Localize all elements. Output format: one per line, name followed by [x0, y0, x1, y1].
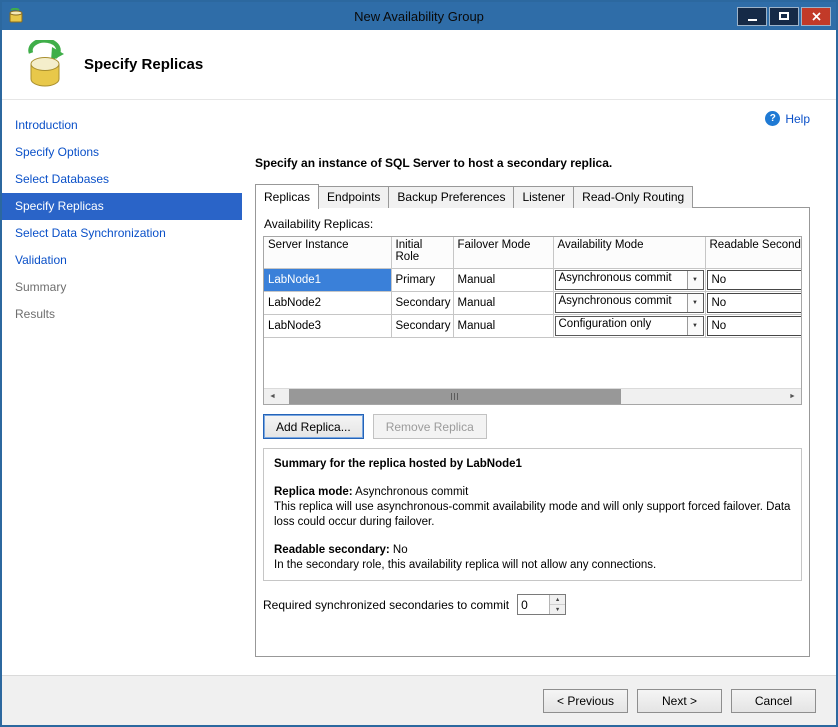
- quorum-row: Required synchronized secondaries to com…: [263, 594, 802, 615]
- readable-secondary-select[interactable]: No: [707, 270, 803, 290]
- window-controls: [737, 7, 831, 26]
- close-button[interactable]: [801, 7, 831, 26]
- replica-mode-label: Replica mode:: [274, 486, 353, 498]
- next-button[interactable]: Next >: [637, 689, 722, 713]
- replica-actions: Add Replica... Remove Replica: [263, 414, 802, 439]
- secondaries-to-commit-label: Required synchronized secondaries to com…: [263, 598, 509, 612]
- wizard-footer: < Previous Next > Cancel: [2, 675, 836, 725]
- help-label: Help: [785, 112, 810, 126]
- sidebar-item-validation[interactable]: Validation: [2, 247, 242, 274]
- readable-secondary-value: No: [393, 544, 408, 556]
- readable-secondary-label: Readable secondary:: [274, 544, 390, 556]
- availability-mode-select[interactable]: Asynchronous commit ▼: [555, 270, 704, 290]
- secondaries-count-input[interactable]: [518, 595, 549, 614]
- column-header-failover-mode: Failover Mode: [453, 237, 553, 268]
- add-replica-button[interactable]: Add Replica...: [263, 414, 364, 439]
- table-row: LabNode3 Secondary Manual Configuration …: [264, 314, 802, 337]
- availability-mode-select[interactable]: Asynchronous commit ▼: [555, 293, 704, 313]
- cell-server-instance[interactable]: LabNode3: [264, 314, 391, 337]
- spinner-up-icon: ▲: [555, 597, 560, 603]
- cancel-button[interactable]: Cancel: [731, 689, 816, 713]
- help-link[interactable]: ? Help: [765, 111, 810, 126]
- replica-mode-description: This replica will use asynchronous-commi…: [274, 500, 791, 530]
- minimize-button[interactable]: [737, 7, 767, 26]
- scrollbar-thumb[interactable]: [289, 389, 621, 404]
- table-row: LabNode1 Primary Manual Asynchronous com…: [264, 268, 802, 291]
- thumb-grip-icon: [451, 393, 452, 400]
- remove-replica-button: Remove Replica: [373, 414, 487, 439]
- scroll-left-button[interactable]: ◄: [264, 389, 281, 404]
- summary-title: Summary for the replica hosted by LabNod…: [274, 457, 791, 472]
- instruction-text: Specify an instance of SQL Server to hos…: [255, 156, 810, 170]
- tab-endpoints[interactable]: Endpoints: [318, 186, 389, 208]
- grid-header-row: Server Instance Initial Role Failover Mo…: [264, 237, 802, 268]
- cell-failover-mode[interactable]: Manual: [453, 314, 553, 337]
- scrollbar-track[interactable]: [281, 389, 784, 404]
- availability-replicas-grid: Server Instance Initial Role Failover Mo…: [263, 236, 802, 405]
- replica-mode-value: Asynchronous commit: [355, 486, 468, 498]
- readable-secondary-select[interactable]: No: [707, 316, 803, 336]
- tab-listener[interactable]: Listener: [513, 186, 574, 208]
- window-app-icon: [8, 8, 24, 24]
- tab-strip: Replicas Endpoints Backup Preferences Li…: [255, 183, 810, 208]
- cell-initial-role[interactable]: Primary: [391, 268, 453, 291]
- sidebar-item-specify-replicas[interactable]: Specify Replicas: [2, 193, 242, 220]
- horizontal-scrollbar[interactable]: ◄ ►: [264, 388, 801, 404]
- chevron-down-icon: ▼: [687, 294, 703, 312]
- spinner-down-icon: ▼: [555, 607, 560, 613]
- readable-secondary-description: In the secondary role, this availability…: [274, 558, 791, 573]
- scroll-right-button[interactable]: ►: [784, 389, 801, 404]
- spinner-up-button[interactable]: ▲: [550, 595, 565, 605]
- cell-initial-role[interactable]: Secondary: [391, 291, 453, 314]
- spinner-down-button[interactable]: ▼: [550, 605, 565, 614]
- tab-replicas[interactable]: Replicas: [255, 184, 319, 209]
- cell-failover-mode[interactable]: Manual: [453, 268, 553, 291]
- maximize-icon: [779, 12, 789, 20]
- main-content: ? Help Specify an instance of SQL Server…: [242, 100, 836, 675]
- minimize-icon: [748, 19, 757, 21]
- column-header-readable-secondary: Readable Secondary: [705, 237, 802, 268]
- availability-replicas-label: Availability Replicas:: [264, 217, 802, 231]
- tab-backup-preferences[interactable]: Backup Preferences: [388, 186, 514, 208]
- cell-failover-mode[interactable]: Manual: [453, 291, 553, 314]
- sidebar-item-specify-options[interactable]: Specify Options: [2, 139, 242, 166]
- cell-server-instance[interactable]: LabNode2: [264, 291, 391, 314]
- replicas-tab-panel: Availability Replicas: Server Instance I…: [255, 207, 810, 657]
- availability-mode-select[interactable]: Configuration only ▼: [555, 316, 704, 336]
- scroll-left-icon: ◄: [269, 393, 276, 400]
- column-header-initial-role: Initial Role: [391, 237, 453, 268]
- cell-initial-role[interactable]: Secondary: [391, 314, 453, 337]
- tab-read-only-routing[interactable]: Read-Only Routing: [573, 186, 693, 208]
- window-title: New Availability Group: [2, 9, 836, 24]
- replica-summary-panel: Summary for the replica hosted by LabNod…: [263, 448, 802, 581]
- sidebar-item-introduction[interactable]: Introduction: [2, 112, 242, 139]
- sidebar-item-summary: Summary: [2, 274, 242, 301]
- chevron-down-icon: ▼: [687, 317, 703, 335]
- wizard-header: Specify Replicas: [2, 30, 836, 100]
- previous-button[interactable]: < Previous: [543, 689, 628, 713]
- scroll-right-icon: ►: [789, 393, 796, 400]
- column-header-server-instance: Server Instance: [264, 237, 391, 268]
- close-icon: [812, 12, 821, 21]
- help-icon: ?: [765, 111, 780, 126]
- replica-database-icon: [22, 40, 68, 90]
- table-row: LabNode2 Secondary Manual Asynchronous c…: [264, 291, 802, 314]
- secondaries-count-spinner: ▲ ▼: [517, 594, 566, 615]
- wizard-body: Introduction Specify Options Select Data…: [2, 100, 836, 675]
- cell-server-instance[interactable]: LabNode1: [264, 268, 391, 291]
- sidebar-item-results: Results: [2, 301, 242, 328]
- chevron-down-icon: ▼: [687, 271, 703, 289]
- column-header-availability-mode: Availability Mode: [553, 237, 705, 268]
- title-bar: New Availability Group: [2, 2, 836, 30]
- page-title: Specify Replicas: [84, 56, 203, 73]
- sidebar-item-select-databases[interactable]: Select Databases: [2, 166, 242, 193]
- maximize-button[interactable]: [769, 7, 799, 26]
- readable-secondary-select[interactable]: No: [707, 293, 803, 313]
- wizard-steps-sidebar: Introduction Specify Options Select Data…: [2, 100, 242, 675]
- sidebar-item-select-data-synchronization[interactable]: Select Data Synchronization: [2, 220, 242, 247]
- new-availability-group-window: New Availability Group Specify Replicas …: [0, 0, 838, 727]
